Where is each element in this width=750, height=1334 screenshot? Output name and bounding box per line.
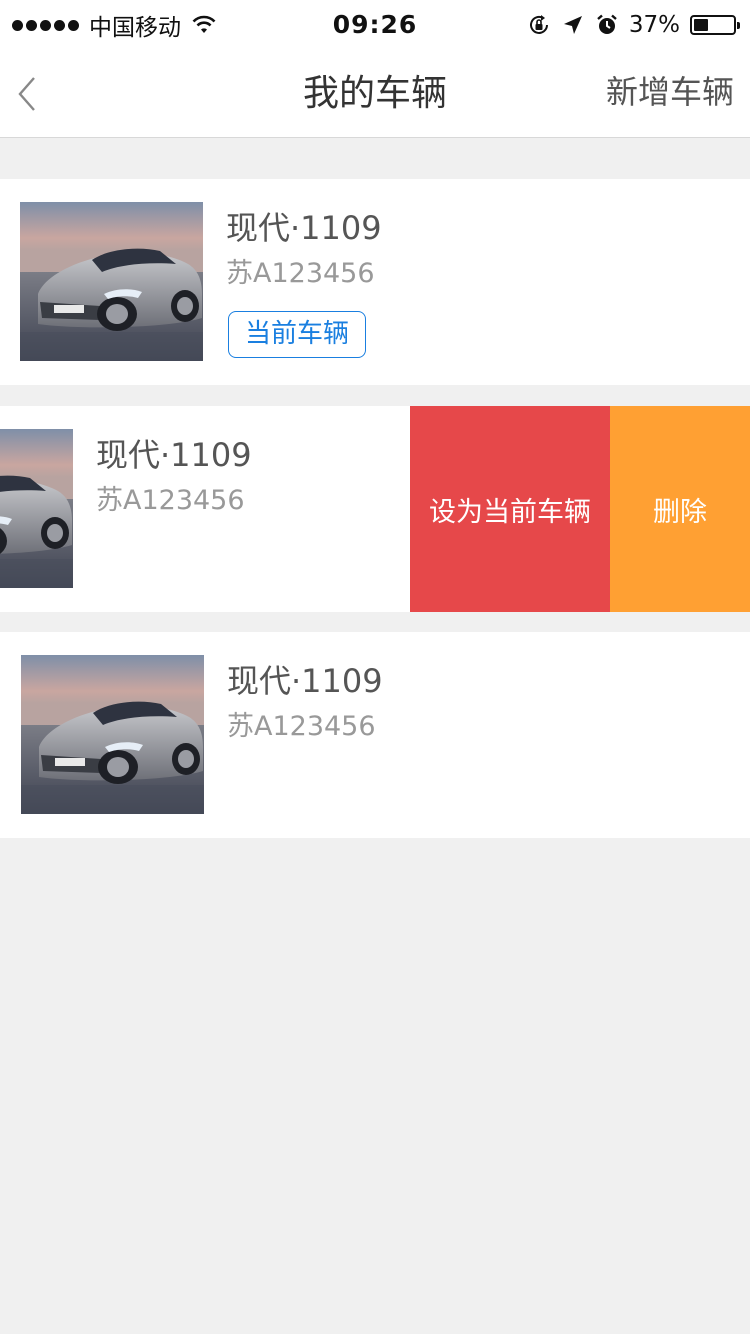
carrier-name: 中国移动 <box>89 15 181 41</box>
current-vehicle-badge: 当前车辆 <box>228 311 367 358</box>
car-photo <box>20 202 203 361</box>
car-photo <box>0 429 73 588</box>
vehicle-card[interactable]: 现代·1109 苏A123456 当前车辆 <box>0 179 750 385</box>
back-chevron-icon[interactable] <box>14 74 42 114</box>
navigation-bar: 我的车辆 新增车辆 <box>0 50 750 138</box>
vehicle-plate: 苏A123456 <box>226 258 375 289</box>
vehicle-name: 现代·1109 <box>226 209 382 247</box>
status-right: 37% <box>527 0 740 50</box>
vehicle-name: 现代·1109 <box>227 662 383 700</box>
battery-icon <box>690 15 740 35</box>
vehicle-plate: 苏A123456 <box>96 485 245 516</box>
add-vehicle-button[interactable]: 新增车辆 <box>606 50 734 134</box>
rotation-lock-icon <box>529 15 548 34</box>
vehicle-card-content[interactable]: 现代·1109 苏A123456 当前车辆 <box>0 179 750 385</box>
signal-strength-icon <box>12 19 79 31</box>
car-photo <box>21 655 204 814</box>
battery-level-fill <box>694 19 709 31</box>
status-bar: 中国移动 09:26 37% <box>0 0 750 50</box>
vehicle-plate: 苏A123456 <box>227 711 376 742</box>
battery-percent: 37% <box>628 12 680 38</box>
status-left: 中国移动 <box>12 0 217 50</box>
vehicle-card[interactable]: 现代·1109 苏A123456 设为当前车辆 删除 <box>0 406 750 612</box>
vehicle-card-content[interactable]: 现代·1109 苏A123456 <box>1 632 750 838</box>
location-arrow-icon <box>563 16 582 34</box>
vehicle-name: 现代·1109 <box>96 436 252 474</box>
vehicle-card[interactable]: 现代·1109 苏A123456 <box>0 632 750 838</box>
set-current-vehicle-button[interactable]: 设为当前车辆 <box>410 406 610 612</box>
wifi-icon <box>192 15 216 33</box>
delete-vehicle-button[interactable]: 删除 <box>610 406 750 612</box>
alarm-icon <box>597 14 617 34</box>
